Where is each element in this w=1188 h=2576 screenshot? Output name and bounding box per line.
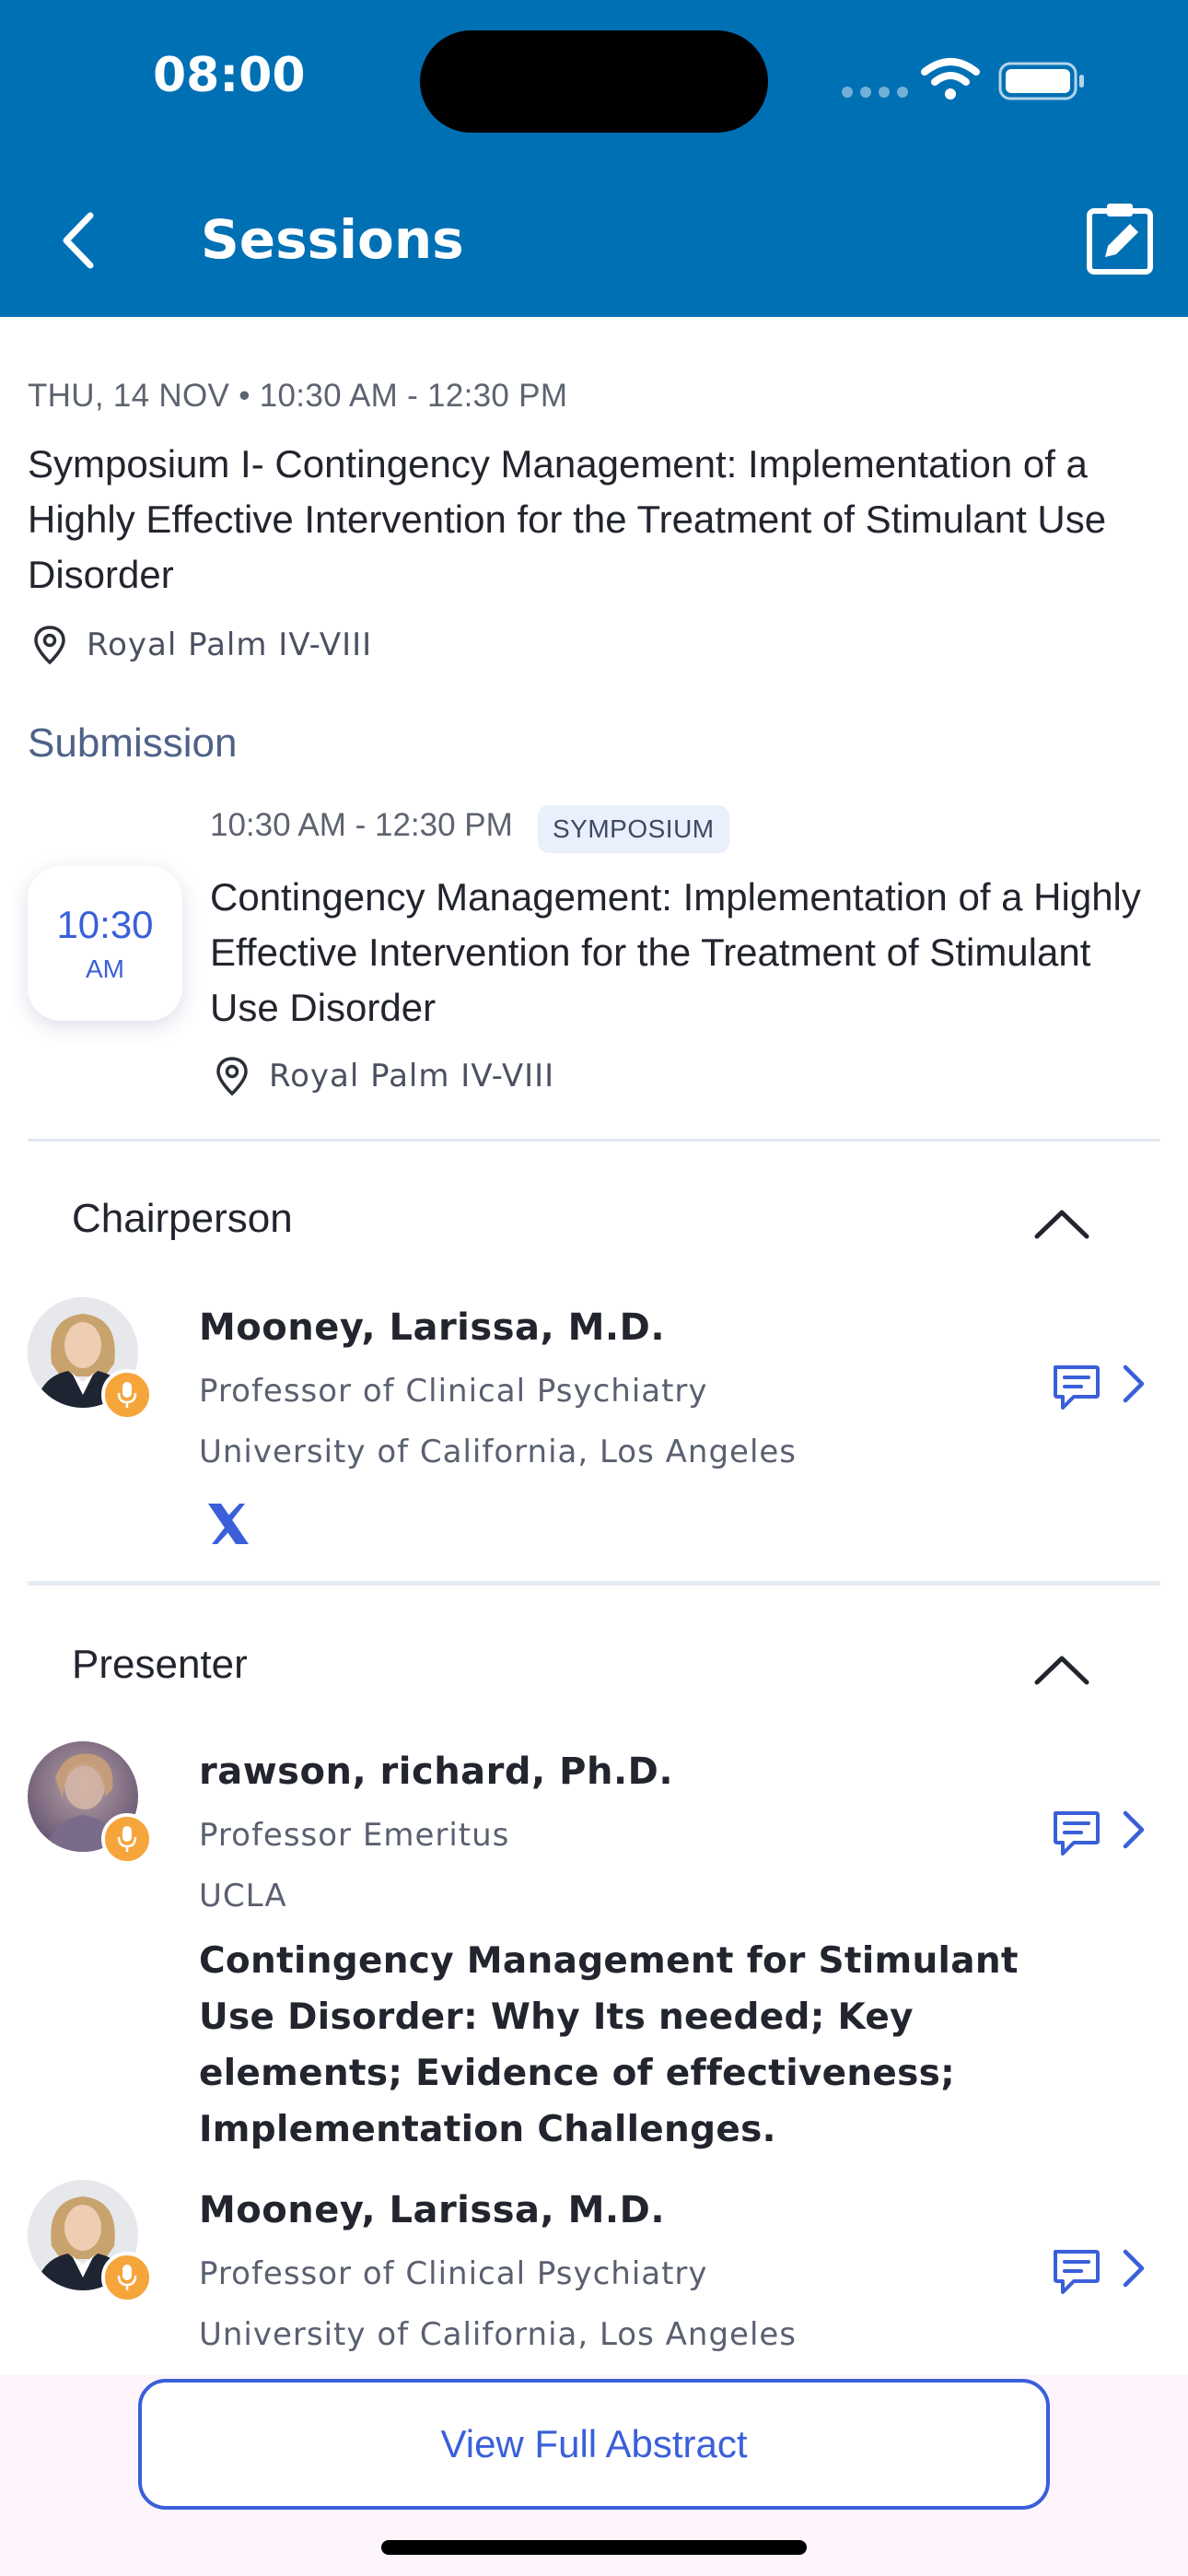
chevron-up-icon[interactable] <box>1031 1651 1092 1688</box>
chevron-up-icon[interactable] <box>1031 1205 1092 1242</box>
time-card-ampm: AM <box>86 954 124 983</box>
app-header: 08:00 Sessions <box>0 0 1188 317</box>
session-date-time: THU, 14 NOV • 10:30 AM - 12:30 PM <box>28 378 568 414</box>
presentation-title[interactable]: Contingency Management for Stimulant Use… <box>199 1933 1065 2158</box>
session-location-text: Royal Palm IV-VIII <box>87 626 373 663</box>
location-pin-icon <box>34 626 65 665</box>
x-social-icon[interactable] <box>204 1500 252 1548</box>
mic-icon <box>117 2265 137 2290</box>
home-indicator <box>381 2540 807 2555</box>
avatar[interactable] <box>28 1297 153 1421</box>
chat-icon[interactable] <box>1050 1808 1101 1859</box>
presenter-organization: University of California, Los Angeles <box>199 2316 798 2353</box>
presenter-name[interactable]: rawson, richard, Ph.D. <box>199 1751 673 1793</box>
chevron-right-icon[interactable] <box>1120 2246 1147 2290</box>
submission-location: Royal Palm IV-VIII <box>214 1056 554 1096</box>
location-pin-icon <box>216 1057 248 1096</box>
cellular-signal-icon <box>842 87 908 98</box>
chairperson-heading[interactable]: Chairperson <box>72 1196 293 1242</box>
mic-icon <box>117 1382 137 1408</box>
presenter-heading[interactable]: Presenter <box>72 1642 248 1688</box>
mic-badge <box>101 1813 153 1865</box>
chairperson-name[interactable]: Mooney, Larissa, M.D. <box>199 1306 665 1349</box>
time-card-time: 10:30 <box>56 903 154 946</box>
edit-icon[interactable] <box>1085 201 1155 276</box>
presenter-organization: UCLA <box>199 1878 287 1914</box>
mic-icon <box>117 1826 137 1852</box>
chat-icon[interactable] <box>1050 2246 1101 2298</box>
presenter-title: Professor of Clinical Psychiatry <box>199 2255 708 2292</box>
chat-icon[interactable] <box>1050 1362 1101 1413</box>
chevron-right-icon[interactable] <box>1120 1808 1147 1852</box>
chairperson-organization: University of California, Los Angeles <box>199 1434 798 1470</box>
submission-location-text: Royal Palm IV-VIII <box>269 1058 555 1095</box>
mic-badge <box>101 1369 153 1421</box>
dynamic-island <box>420 30 768 133</box>
page-title: Sessions <box>201 208 464 271</box>
back-icon[interactable] <box>55 208 101 273</box>
avatar[interactable] <box>28 1741 153 1865</box>
submission-time-range: 10:30 AM - 12:30 PM <box>210 807 513 843</box>
chairperson-title: Professor of Clinical Psychiatry <box>199 1373 708 1410</box>
session-title: Symposium I- Contingency Management: Imp… <box>28 442 1107 596</box>
battery-icon <box>998 62 1084 100</box>
divider <box>28 1581 1160 1586</box>
session-location: Royal Palm IV-VIII <box>31 625 372 665</box>
presenter-title: Professor Emeritus <box>199 1817 510 1854</box>
chevron-right-icon[interactable] <box>1120 1362 1147 1406</box>
avatar[interactable] <box>28 2180 153 2303</box>
wifi-icon <box>921 58 980 100</box>
submission-section-label: Submission <box>28 720 238 766</box>
submission-title[interactable]: Contingency Management: Implementation o… <box>210 870 1168 1036</box>
view-full-abstract-button[interactable]: View Full Abstract <box>138 2379 1050 2510</box>
status-time: 08:00 <box>153 48 306 103</box>
divider <box>28 1139 1160 1142</box>
submission-time-card: 10:30 AM <box>28 866 182 1021</box>
presenter-name[interactable]: Mooney, Larissa, M.D. <box>199 2189 665 2231</box>
submission-type-tag: SYMPOSIUM <box>538 805 729 853</box>
mic-badge <box>101 2252 153 2303</box>
